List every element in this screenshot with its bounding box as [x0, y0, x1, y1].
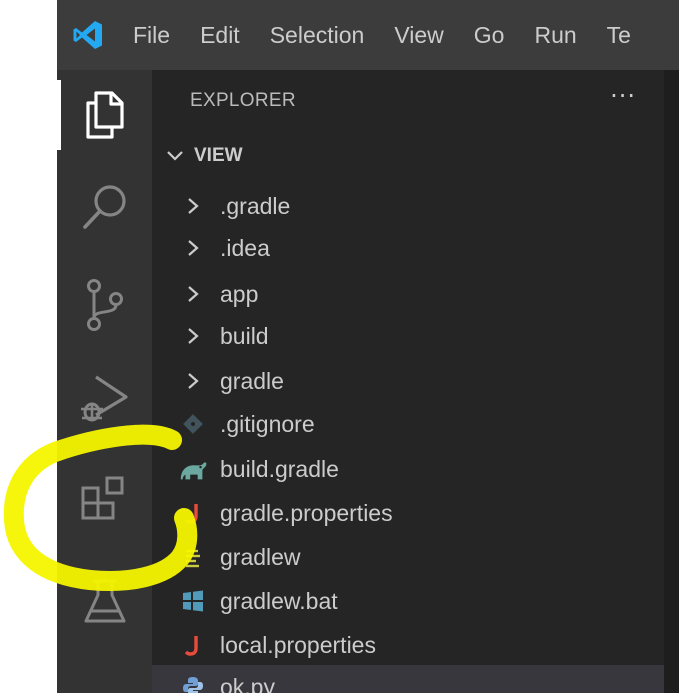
source-control-icon: [86, 279, 123, 331]
tree-item-label: ok.py: [220, 673, 275, 693]
tree-item-folder[interactable]: .gradle: [152, 184, 664, 228]
tree-item-label: gradlew: [220, 543, 301, 570]
explorer-sidebar: EXPLORER ··· VIEW .gradle .idea app buil…: [152, 70, 664, 693]
menu-terminal[interactable]: Te: [607, 22, 631, 49]
tree-item-label: build.gradle: [220, 455, 339, 482]
menu-selection[interactable]: Selection: [270, 22, 365, 49]
menu-run[interactable]: Run: [534, 22, 576, 49]
java-j-icon: [178, 630, 208, 660]
menu-file[interactable]: File: [133, 22, 170, 49]
tree-item-file[interactable]: ok.py: [152, 665, 664, 693]
tree-item-folder[interactable]: app: [152, 272, 664, 316]
tree-item-file[interactable]: gradlew.bat: [152, 579, 664, 623]
python-icon: [178, 672, 208, 693]
tree-item-label: .gitignore: [220, 410, 315, 437]
search-icon: [82, 185, 126, 229]
tree-item-file[interactable]: build.gradle: [152, 447, 664, 491]
tree-item-folder[interactable]: .idea: [152, 226, 664, 270]
chevron-down-icon: [167, 151, 183, 161]
tree-item-label: build: [220, 322, 269, 349]
text-lines-icon: [178, 542, 208, 572]
explorer-title: EXPLORER: [190, 90, 296, 111]
run-debug-icon: [80, 375, 128, 422]
tree-item-file[interactable]: gradlew: [152, 535, 664, 579]
tree-item-label: app: [220, 280, 259, 307]
files-icon: [85, 91, 124, 139]
menu-view[interactable]: View: [394, 22, 443, 49]
chevron-right-icon: [178, 279, 208, 309]
tree-item-label: .idea: [220, 234, 270, 261]
activity-search[interactable]: [57, 162, 152, 252]
editor-edge: [664, 70, 679, 693]
menu-edit[interactable]: Edit: [200, 22, 240, 49]
activity-run-debug[interactable]: [57, 353, 152, 443]
chevron-right-icon: [178, 321, 208, 351]
tree-item-file[interactable]: gradle.properties: [152, 491, 664, 535]
activity-extensions[interactable]: [57, 455, 152, 545]
title-bar: File Edit Selection View Go Run Te: [57, 0, 679, 70]
workspace-folder-header[interactable]: VIEW: [162, 145, 243, 167]
beaker-icon: [84, 579, 125, 623]
vscode-window: File Edit Selection View Go Run Te EXPLO…: [57, 0, 679, 693]
menu-go[interactable]: Go: [474, 22, 505, 49]
tree-item-folder[interactable]: gradle: [152, 359, 664, 403]
git-file-icon: [178, 409, 208, 439]
more-actions-button[interactable]: ···: [610, 82, 636, 110]
activity-bar: [57, 70, 152, 693]
windows-icon: [178, 586, 208, 616]
tree-item-file[interactable]: .gitignore: [152, 402, 664, 446]
chevron-right-icon: [178, 233, 208, 263]
tree-item-label: gradlew.bat: [220, 587, 338, 614]
activity-source-control[interactable]: [57, 260, 152, 350]
chevron-right-icon: [178, 191, 208, 221]
chevron-right-icon: [178, 366, 208, 396]
tree-item-file[interactable]: local.properties: [152, 623, 664, 667]
tree-item-folder[interactable]: build: [152, 314, 664, 358]
gradle-elephant-icon: [178, 454, 208, 484]
tree-item-label: gradle.properties: [220, 499, 393, 526]
extensions-icon: [81, 476, 123, 520]
vscode-logo-icon[interactable]: [71, 15, 111, 55]
activity-testing[interactable]: [57, 557, 152, 647]
workspace-folder-name: VIEW: [194, 145, 243, 166]
tree-item-label: local.properties: [220, 631, 376, 658]
java-j-icon: [178, 498, 208, 528]
activity-explorer[interactable]: [57, 70, 152, 160]
tree-item-label: gradle: [220, 367, 284, 394]
tree-item-label: .gradle: [220, 192, 291, 219]
